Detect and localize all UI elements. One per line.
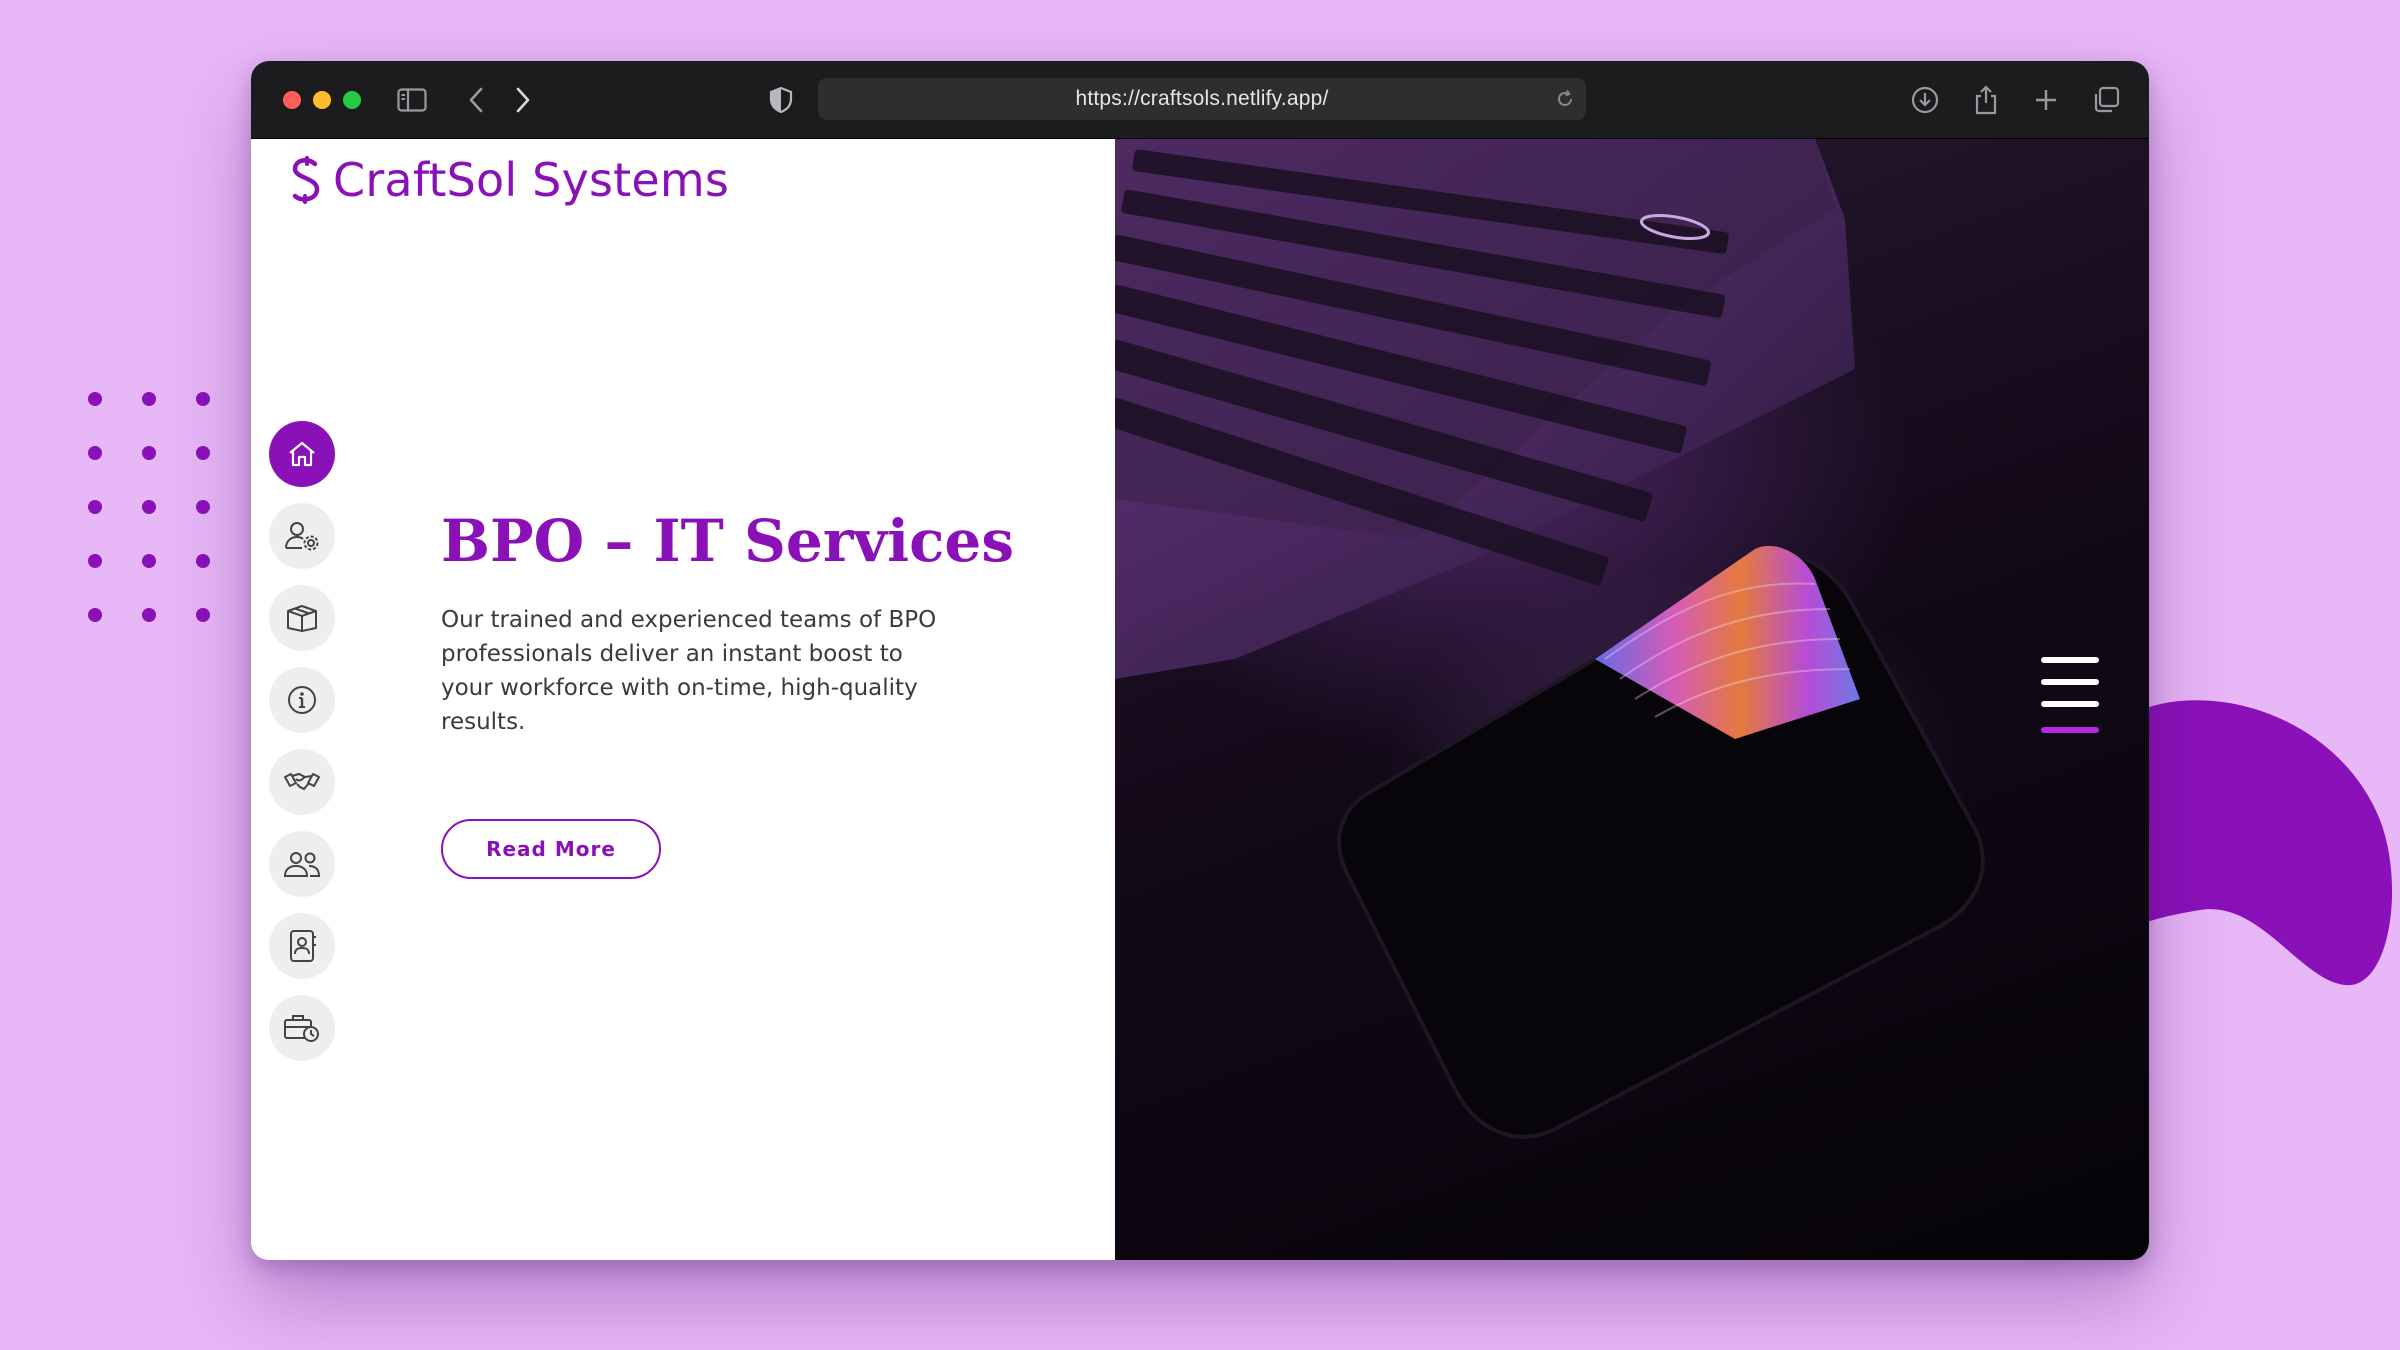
nav-about-button[interactable] — [269, 667, 335, 733]
share-icon[interactable] — [1967, 81, 2005, 119]
briefcase-clock-icon — [284, 1015, 319, 1042]
hero-description: Our trained and experienced teams of BPO… — [441, 607, 937, 735]
nav-contact-button[interactable] — [269, 913, 335, 979]
logo-text: CraftSol Systems — [333, 153, 730, 207]
hero-image — [1115, 139, 2149, 1260]
site-logo[interactable]: CraftSol Systems — [287, 153, 729, 207]
address-bar[interactable]: https://craftsols.netlify.app/ — [818, 78, 1586, 120]
nav-home-button[interactable] — [269, 421, 335, 487]
tabs-overview-icon[interactable] — [2087, 81, 2125, 119]
decorative-dots — [88, 392, 228, 632]
nav-partners-button[interactable] — [269, 749, 335, 815]
sidebar-icon[interactable] — [393, 81, 431, 119]
decorative-blob — [2140, 700, 2393, 986]
forward-icon[interactable] — [504, 81, 542, 119]
contact-book-icon — [290, 930, 316, 962]
minimize-window-button[interactable] — [313, 91, 331, 109]
team-icon — [283, 852, 321, 877]
hero-title: BPO – IT Services — [441, 507, 1014, 575]
maximize-window-button[interactable] — [343, 91, 361, 109]
nav-careers-button[interactable] — [269, 995, 335, 1061]
nav-team-button[interactable] — [269, 831, 335, 897]
close-window-button[interactable] — [283, 91, 301, 109]
laptop-phone-photo — [1115, 139, 1985, 1139]
shield-icon[interactable] — [762, 81, 800, 119]
url-text: https://craftsols.netlify.app/ — [1075, 87, 1329, 110]
download-icon[interactable] — [1906, 81, 1944, 119]
hamburger-menu-icon[interactable] — [2041, 657, 2101, 741]
handshake-icon — [284, 772, 320, 791]
nav-products-button[interactable] — [269, 585, 335, 651]
web-page: CraftSol Systems BPO – IT Services Our t… — [251, 139, 2149, 1260]
browser-window: https://craftsols.netlify.app/ CraftSol … — [251, 61, 2149, 1260]
nav-services-button[interactable] — [269, 503, 335, 569]
new-tab-icon[interactable] — [2027, 81, 2065, 119]
browser-toolbar: https://craftsols.netlify.app/ — [251, 61, 2149, 139]
box-icon — [287, 605, 317, 632]
home-icon — [289, 441, 315, 467]
back-icon[interactable] — [457, 81, 495, 119]
reload-icon[interactable] — [1552, 86, 1578, 112]
content-pane: CraftSol Systems BPO – IT Services Our t… — [251, 139, 1115, 1260]
logo-s-icon — [292, 156, 320, 204]
info-icon — [288, 686, 316, 714]
read-more-button[interactable]: Read More — [441, 819, 661, 879]
user-settings-icon — [285, 522, 319, 551]
